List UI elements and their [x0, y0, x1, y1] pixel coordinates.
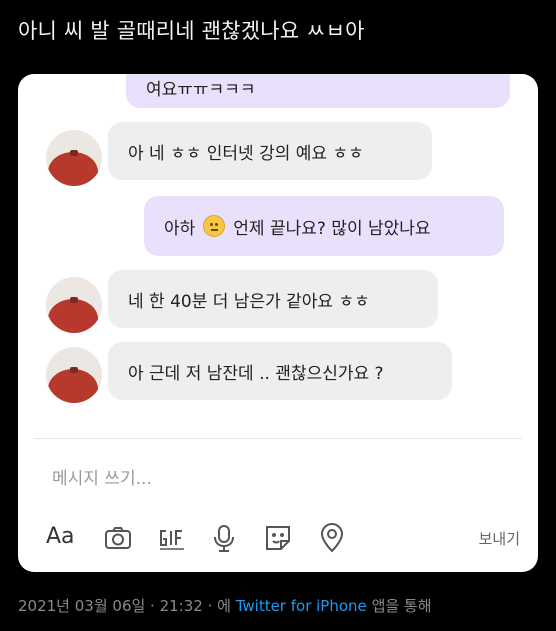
gif-icon[interactable] — [156, 522, 188, 554]
sticker-icon[interactable] — [262, 522, 294, 554]
message-bubble-incoming: 아 네 ㅎㅎ 인터넷 강의 예요 ㅎㅎ — [108, 122, 432, 180]
compose-toolbar: Aa 보내기 — [18, 514, 538, 564]
divider — [34, 438, 522, 439]
microphone-icon[interactable] — [208, 522, 240, 554]
text-style-icon[interactable]: Aa — [46, 524, 78, 556]
message-text: 아 근데 저 남잔데 .. 괜찮으신가요 ? — [128, 363, 384, 384]
avatar — [46, 277, 102, 333]
message-text: 네 한 40분 더 남은가 같아요 ㅎㅎ — [128, 291, 370, 312]
message-bubble-outgoing: 아하 언제 끝나요? 많이 남았나요 — [144, 196, 504, 256]
message-bubble-incoming: 아 근데 저 남잔데 .. 괜찮으신가요 ? — [108, 342, 452, 400]
message-text: 여요ㅠㅠㅋㅋㅋ — [146, 80, 256, 100]
message-bubble-incoming: 네 한 40분 더 남은가 같아요 ㅎㅎ — [108, 270, 438, 328]
tweet-metadata: 2021년 03월 06일 · 21:32 · 에 Twitter for iP… — [18, 595, 432, 616]
tweet-source-suffix: 앱을 통해 — [371, 597, 432, 615]
tweet-date: 2021년 03월 06일 · 21:32 · 에 — [18, 597, 231, 615]
avatar — [46, 130, 102, 186]
message-text: 언제 끝나요? 많이 남았나요 — [233, 218, 431, 239]
grimacing-face-icon — [203, 215, 226, 237]
tweet-text: 아니 씨 발 골때리네 괜찮겠나요 ㅆㅂ아 — [18, 19, 365, 43]
avatar — [46, 347, 102, 403]
location-icon[interactable] — [316, 522, 348, 554]
tweet-source-link[interactable]: Twitter for iPhone — [236, 597, 367, 615]
message-text: 아 네 ㅎㅎ 인터넷 강의 예요 ㅎㅎ — [128, 143, 364, 164]
send-button[interactable]: 보내기 — [479, 528, 520, 549]
message-list: 여요ㅠㅠㅋㅋㅋ 아 네 ㅎㅎ 인터넷 강의 예요 ㅎㅎ 아하 언제 끝나요? 많… — [18, 74, 538, 438]
chat-screenshot: 여요ㅠㅠㅋㅋㅋ 아 네 ㅎㅎ 인터넷 강의 예요 ㅎㅎ 아하 언제 끝나요? 많… — [18, 74, 538, 572]
message-text: 아하 — [164, 218, 196, 239]
camera-icon[interactable] — [102, 522, 134, 554]
message-input[interactable]: 메시지 쓰기... — [52, 464, 152, 489]
message-bubble-outgoing: 여요ㅠㅠㅋㅋㅋ — [126, 74, 510, 108]
